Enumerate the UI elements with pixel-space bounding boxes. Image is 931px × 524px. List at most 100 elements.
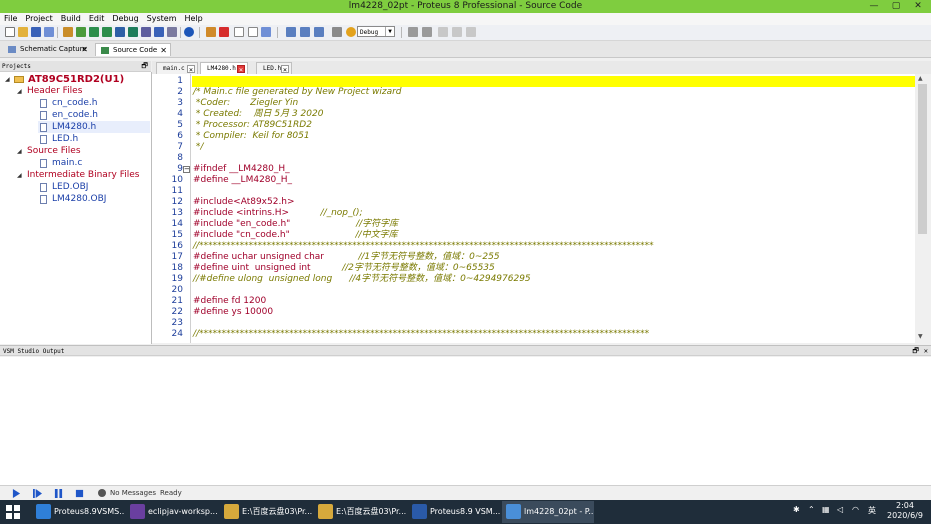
build-config-select[interactable]: Debug ▼ (357, 26, 395, 37)
play-icon[interactable] (12, 489, 21, 498)
tree-folder-binary-files[interactable]: Intermediate Binary Files (27, 170, 139, 181)
code-line: */ (193, 142, 204, 152)
minimize-button[interactable]: — (864, 0, 884, 13)
network-icon[interactable]: ▦ (822, 505, 830, 514)
forward-icon[interactable] (102, 27, 112, 37)
menu-build[interactable]: Build (57, 13, 85, 25)
stop-icon[interactable] (75, 489, 84, 498)
tree-file[interactable]: LM4280.h (52, 122, 96, 133)
rebuild-icon[interactable] (300, 27, 310, 37)
home-icon[interactable] (63, 27, 73, 37)
menu-edit[interactable]: Edit (85, 13, 109, 25)
tree-file[interactable]: main.c (52, 158, 82, 169)
taskbar-task[interactable]: eclipjav-worksp... (126, 501, 218, 523)
copy-icon[interactable] (452, 27, 462, 37)
add-file-icon[interactable] (248, 27, 258, 37)
taskbar-task[interactable]: Proteus8.9VSMS... (32, 501, 124, 523)
fold-toggle-icon[interactable]: − (183, 166, 190, 173)
tree-file[interactable]: LED.h (52, 134, 78, 145)
menu-system[interactable]: System (143, 13, 181, 25)
volume-icon[interactable]: ◁ (837, 505, 843, 514)
menu-debug[interactable]: Debug (108, 13, 142, 25)
taskbar-task[interactable]: Proteus8.9 VSM... (408, 501, 500, 523)
step-icon[interactable] (33, 489, 42, 498)
paste-icon[interactable] (466, 27, 476, 37)
bom-icon[interactable] (167, 27, 177, 37)
pin-icon[interactable]: 🗗 (141, 61, 148, 72)
back-icon[interactable] (89, 27, 99, 37)
tree-file[interactable]: LM4280.OBJ (52, 194, 106, 205)
collapse-icon[interactable]: ◢ (17, 172, 22, 179)
save-all-icon[interactable] (44, 27, 54, 37)
tree-file[interactable]: LED.OBJ (52, 182, 88, 193)
code-line: #define __LM4280_H_ (193, 175, 293, 185)
editor-tab-main-c[interactable]: main.c × (156, 62, 198, 74)
pause-icon[interactable] (54, 489, 63, 498)
collapse-icon[interactable]: ◢ (17, 88, 22, 95)
remove-file-icon[interactable] (261, 27, 271, 37)
tree-root[interactable]: AT89C51RD2(U1) (28, 74, 124, 85)
new-source-icon[interactable] (234, 27, 244, 37)
tray-up-icon[interactable]: ⌃ (808, 505, 815, 514)
import-icon[interactable] (76, 27, 86, 37)
ime-indicator[interactable]: 英 (868, 505, 876, 516)
code-line: * Created: 周日 5月 3 2020 (193, 109, 324, 119)
taskbar-clock[interactable]: 2:04 2020/6/9 (885, 501, 925, 521)
messages-status[interactable]: No Messages (110, 486, 156, 501)
scroll-up-icon[interactable]: ▲ (918, 75, 923, 82)
menu-file[interactable]: File (0, 13, 21, 25)
refresh-icon[interactable] (206, 27, 216, 37)
bluetooth-icon[interactable]: ✱ (793, 505, 800, 514)
help-icon[interactable] (184, 27, 194, 37)
tree-file[interactable]: en_code.h (52, 110, 98, 121)
tree-file[interactable]: cn_code.h (52, 98, 97, 109)
pin-icon[interactable]: 🗗 (912, 346, 919, 357)
tree-folder-source-files[interactable]: Source Files (27, 146, 81, 157)
tab-schematic-capture[interactable]: Schematic Capture ✕ (3, 43, 91, 56)
chevron-down-icon[interactable]: ▼ (385, 27, 394, 36)
3d-icon[interactable] (141, 27, 151, 37)
close-icon[interactable]: ✕ (81, 43, 88, 56)
redo-icon[interactable] (422, 27, 432, 37)
collapse-icon[interactable]: ◢ (17, 148, 22, 155)
build-project-icon[interactable] (314, 27, 324, 37)
close-icon[interactable]: ✕ (160, 44, 167, 57)
output-panel-body[interactable] (0, 357, 931, 485)
editor-tab-lm4280-h[interactable]: LM4280.h × (200, 62, 248, 74)
code-comment: //_nop_(); (320, 208, 363, 218)
line-number: 10 (171, 175, 183, 185)
collapse-icon[interactable]: ◢ (5, 76, 10, 83)
close-icon[interactable]: × (281, 65, 289, 74)
delete-icon[interactable] (219, 27, 229, 37)
gerber-icon[interactable] (154, 27, 164, 37)
taskbar-task[interactable]: E:\百度云盘03\Pr... (220, 501, 312, 523)
menu-help[interactable]: Help (181, 13, 207, 25)
editor-vertical-scrollbar[interactable]: ▲ ▼ (915, 74, 931, 343)
undo-icon[interactable] (408, 27, 418, 37)
pcb-icon[interactable] (128, 27, 138, 37)
save-icon[interactable] (31, 27, 41, 37)
close-icon[interactable]: ✕ (924, 346, 928, 357)
scrollbar-thumb[interactable] (918, 84, 927, 234)
cut-icon[interactable] (438, 27, 448, 37)
taskbar-task[interactable]: lm4228_02pt - P... (502, 501, 594, 523)
close-window-button[interactable]: ✕ (908, 0, 928, 13)
windows-start-icon[interactable] (6, 505, 20, 519)
code-line: * Compiler: Keil for 8051 (193, 131, 310, 141)
maximize-button[interactable]: ▢ (886, 0, 906, 13)
wifi-icon[interactable]: ◠ (852, 505, 859, 514)
code-editor[interactable]: 1 2 3 4 5 6 7 8 9 10 11 12 13 14 15 16 17 18 19 20 21 22 23 24 … (152, 74, 915, 343)
scroll-down-icon[interactable]: ▼ (918, 333, 923, 340)
settings-icon[interactable] (332, 27, 342, 37)
new-file-icon[interactable] (5, 27, 15, 37)
tab-source-code[interactable]: Source Code ✕ (95, 43, 171, 56)
build-icon[interactable] (286, 27, 296, 37)
taskbar-task[interactable]: E:\百度云盘03\Pr... (314, 501, 406, 523)
tree-folder-header-files[interactable]: Header Files (27, 86, 82, 97)
menu-project[interactable]: Project (21, 13, 56, 25)
close-icon[interactable]: × (187, 65, 195, 74)
open-folder-icon[interactable] (18, 27, 28, 37)
schematic-icon[interactable] (115, 27, 125, 37)
close-icon[interactable]: × (237, 65, 245, 74)
editor-tab-led-h[interactable]: LED.h × (256, 62, 292, 74)
